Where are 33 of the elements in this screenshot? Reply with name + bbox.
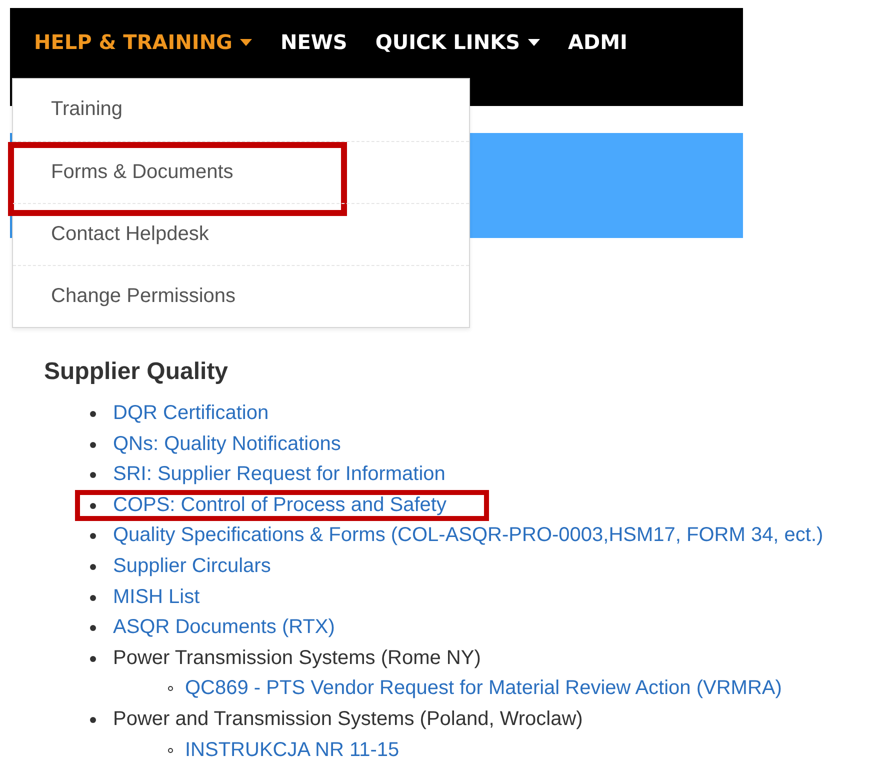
bullet-icon (90, 594, 96, 601)
bullet-icon (168, 686, 173, 692)
nav-menu-item[interactable]: HELP & TRAINING (34, 30, 252, 54)
document-link[interactable]: MISH List (113, 586, 200, 608)
bullet-icon (90, 472, 96, 478)
nav-menu-item[interactable]: NEWS (280, 30, 348, 54)
document-link[interactable]: DQR Certification (113, 402, 269, 424)
section-heading: Supplier Quality (44, 358, 230, 386)
bullet-icon (90, 716, 96, 723)
bullet-icon (90, 625, 96, 632)
bullet-icon (90, 656, 96, 662)
bullet-icon (90, 502, 96, 509)
document-link[interactable]: SRI: Supplier Request for Information (113, 463, 446, 486)
bullet-icon (168, 748, 173, 753)
document-link[interactable]: ASQR Documents (RTX) (113, 616, 335, 638)
dropdown-item[interactable]: Forms & Documents (51, 160, 234, 184)
list-text: Power Transmission Systems (Rome NY) (113, 646, 481, 669)
document-link[interactable]: COPS: Control of Process and Safety (113, 494, 446, 516)
document-link[interactable]: Quality Specifications & Forms (COL-ASQR-PRO-0003,HSM17, FORM 34, ect.) (113, 524, 824, 546)
bullet-icon (90, 411, 96, 417)
nav-menu-item[interactable]: QUICK LINKS (375, 30, 540, 54)
bullet-icon (90, 442, 96, 448)
dropdown-item[interactable]: Change Permissions (51, 284, 236, 308)
document-link[interactable]: QNs: Quality Notifications (113, 432, 341, 455)
list-text: Power and Transmission Systems (Poland, Wroclaw) (113, 708, 583, 730)
nav-menu-item[interactable]: ADMI (568, 30, 628, 54)
dropdown-item[interactable]: Contact Helpdesk (51, 222, 209, 246)
bullet-icon (90, 564, 96, 570)
document-link[interactable]: INSTRUKCJA NR 11-15 (185, 738, 400, 761)
document-link[interactable]: Supplier Circulars (113, 554, 271, 577)
bullet-icon (90, 533, 96, 540)
document-link[interactable]: QC869 - PTS Vendor Request for Material Review Action (VRMRA) (185, 677, 782, 700)
dropdown-item[interactable]: Training (51, 97, 123, 121)
